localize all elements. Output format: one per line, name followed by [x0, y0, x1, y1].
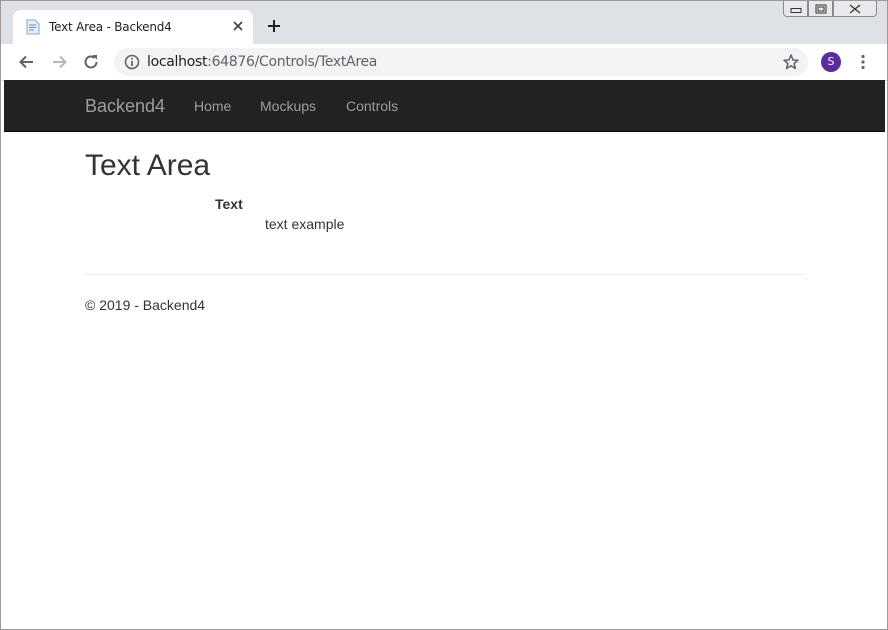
- kebab-menu-icon[interactable]: [853, 52, 873, 72]
- address-bar[interactable]: localhost:64876/Controls/TextArea: [114, 48, 808, 76]
- nav-link-controls[interactable]: Controls: [346, 98, 398, 114]
- tab-strip: Text Area - Backend4: [1, 1, 887, 44]
- browser-tab[interactable]: Text Area - Backend4: [13, 10, 253, 44]
- url-text: localhost:64876/Controls/TextArea: [147, 54, 377, 70]
- star-icon[interactable]: [781, 52, 801, 72]
- arrow-right-icon[interactable]: [49, 52, 69, 72]
- field-value: text example: [265, 216, 345, 232]
- browser-window: Text Area - Backend4 localhost:64876/Con…: [0, 0, 888, 630]
- tab-title: Text Area - Backend4: [49, 20, 172, 34]
- field-label: Text: [215, 196, 243, 212]
- arrow-left-icon[interactable]: [17, 52, 37, 72]
- browser-toolbar: localhost:64876/Controls/TextArea S: [1, 44, 887, 81]
- close-icon[interactable]: [833, 1, 877, 17]
- navbar-brand[interactable]: Backend4: [85, 96, 165, 117]
- footer-divider: [85, 274, 805, 275]
- site-navbar: Backend4 Home Mockups Controls: [4, 80, 885, 132]
- close-icon[interactable]: [230, 18, 246, 34]
- footer-copyright: © 2019 - Backend4: [85, 297, 206, 313]
- plus-icon[interactable]: [265, 17, 283, 35]
- reload-icon[interactable]: [81, 52, 101, 72]
- url-path: :64876/Controls/TextArea: [207, 54, 378, 70]
- window-controls: [783, 1, 877, 19]
- minimize-icon[interactable]: [783, 1, 808, 17]
- nav-link-mockups[interactable]: Mockups: [260, 98, 316, 114]
- info-icon[interactable]: [122, 52, 142, 72]
- restore-icon[interactable]: [808, 1, 833, 17]
- page-title: Text Area: [85, 149, 211, 182]
- profile-avatar[interactable]: S: [821, 52, 841, 72]
- document-icon: [26, 19, 40, 35]
- url-host: localhost: [147, 54, 208, 70]
- nav-link-home[interactable]: Home: [194, 98, 231, 114]
